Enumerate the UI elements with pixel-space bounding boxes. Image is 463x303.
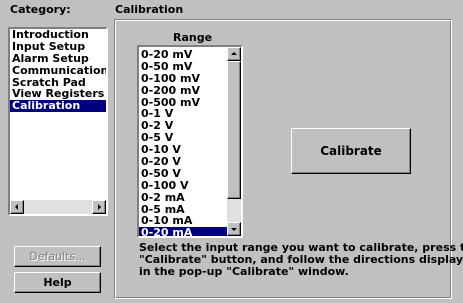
range-item[interactable]: 0-50 mV xyxy=(139,60,227,73)
panel-title: Calibration xyxy=(115,3,184,16)
category-list[interactable]: Introduction Input Setup Alarm Setup Com… xyxy=(8,27,108,216)
defaults-button-label: Defaults... xyxy=(29,250,86,263)
category-hscrollbar[interactable] xyxy=(10,200,106,214)
range-item[interactable]: 0-200 mV xyxy=(139,84,227,97)
instructions-line-3: in the pop-up "Calibrate" window. xyxy=(139,265,349,278)
range-item[interactable]: 0-50 V xyxy=(139,168,227,180)
help-button-label: Help xyxy=(43,276,72,289)
instructions-line-1: Select the input range you want to calib… xyxy=(139,241,463,254)
category-label: Category: xyxy=(10,3,71,16)
range-item[interactable]: 0-20 mA xyxy=(139,227,227,236)
range-label: Range xyxy=(173,31,213,44)
range-item[interactable]: 0-100 V xyxy=(139,179,227,192)
category-item-alarm-setup[interactable]: Alarm Setup xyxy=(10,52,106,65)
range-vscrollbar[interactable] xyxy=(227,47,241,236)
defaults-button[interactable]: Defaults... xyxy=(14,246,101,267)
calibrate-button[interactable]: Calibrate xyxy=(291,128,411,174)
scroll-down-button[interactable] xyxy=(227,222,241,236)
range-item[interactable]: 0-100 mV xyxy=(139,72,227,85)
help-button[interactable]: Help xyxy=(14,272,101,293)
instructions-line-2: "Calibrate" button, and follow the direc… xyxy=(139,253,463,266)
arrow-down-icon xyxy=(231,228,237,231)
calibrate-button-label: Calibrate xyxy=(320,144,382,158)
arrow-right-icon xyxy=(98,204,101,210)
category-list-items: Introduction Input Setup Alarm Setup Com… xyxy=(10,29,106,198)
range-list[interactable]: 0-20 mV 0-50 mV 0-100 mV 0-200 mV 0-500 … xyxy=(137,45,243,238)
scroll-right-button[interactable] xyxy=(92,200,106,214)
category-item-communications[interactable]: Communications xyxy=(10,64,106,77)
scroll-up-button[interactable] xyxy=(227,47,241,61)
range-list-items: 0-20 mV 0-50 mV 0-100 mV 0-200 mV 0-500 … xyxy=(139,49,227,236)
category-item-calibration[interactable]: Calibration xyxy=(10,100,106,113)
range-item[interactable]: 0-2 mA xyxy=(139,191,227,204)
arrow-left-icon xyxy=(15,204,18,210)
arrow-up-icon xyxy=(231,52,237,55)
scroll-thumb[interactable] xyxy=(227,61,241,199)
category-item-input-setup[interactable]: Input Setup xyxy=(10,40,106,53)
scroll-left-button[interactable] xyxy=(10,200,24,214)
